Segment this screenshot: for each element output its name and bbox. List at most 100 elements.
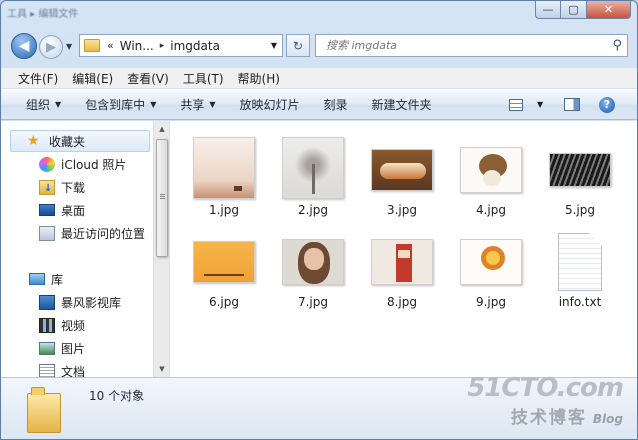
burn-button[interactable]: 刻录 <box>312 90 360 119</box>
sidebar-item-pictures[interactable]: 图片 <box>39 337 85 359</box>
sidebar-item-label: 库 <box>51 272 64 287</box>
file-name: 8.jpg <box>386 295 418 309</box>
file-item[interactable]: 6.jpg <box>184 219 264 309</box>
sidebar-item-desktop[interactable]: 桌面 <box>39 199 85 221</box>
chevron-down-icon: ▼ <box>55 100 62 109</box>
file-name: 4.jpg <box>475 203 507 217</box>
recent-pages-dropdown[interactable]: ▼ <box>66 42 72 51</box>
menu-tools[interactable]: 工具(T) <box>176 70 231 87</box>
sidebar-item-label: 视频 <box>61 318 86 333</box>
image-thumbnail-hedgehog <box>460 147 522 193</box>
sidebar-item-baofeng-library[interactable]: 暴风影视库 <box>39 291 121 313</box>
title-bar[interactable]: 工具 ▸ 编辑文件 — ▢ ✕ <box>1 1 637 25</box>
watermark: 51CTO.com 技术博客 Blog <box>467 373 624 428</box>
search-box[interactable]: ⚲ <box>315 34 628 57</box>
sidebar-scrollbar[interactable]: ▲ ▼ <box>153 121 169 377</box>
sidebar-item-label: 下载 <box>61 180 86 195</box>
change-view-button[interactable]: ▼ <box>509 90 543 119</box>
menu-view[interactable]: 查看(V) <box>120 70 176 87</box>
help-icon: ? <box>599 96 615 113</box>
address-dropdown-icon[interactable]: ▼ <box>271 41 277 50</box>
scrollbar-thumb[interactable] <box>156 139 168 257</box>
picture-icon <box>39 341 55 355</box>
sidebar-item-label: 桌面 <box>61 203 86 218</box>
back-arrow-icon: ◀ <box>18 38 30 54</box>
chevron-down-icon: ▼ <box>209 100 216 109</box>
menu-help[interactable]: 帮助(H) <box>231 70 287 87</box>
window-title: 工具 ▸ 编辑文件 <box>7 9 79 20</box>
image-thumbnail-lion <box>460 239 522 285</box>
sidebar-item-favorites[interactable]: ★ 收藏夹 <box>10 130 150 152</box>
image-thumbnail-portrait <box>282 239 344 285</box>
file-name: 2.jpg <box>297 203 329 217</box>
menu-file[interactable]: 文件(F) <box>1 70 65 87</box>
chevron-down-icon: ▼ <box>150 100 157 109</box>
folder-icon <box>27 387 67 433</box>
chevron-down-icon[interactable]: ▼ <box>537 100 543 109</box>
file-item[interactable]: 9.jpg <box>451 219 531 309</box>
breadcrumb-separator[interactable]: ▸ <box>160 41 165 51</box>
share-button[interactable]: 共享 ▼ <box>168 90 227 119</box>
image-thumbnail-zebras <box>549 153 611 187</box>
file-item[interactable]: info.txt <box>540 219 620 309</box>
file-name: info.txt <box>558 295 602 309</box>
file-item[interactable]: 5.jpg <box>540 127 620 217</box>
sidebar-item-icloud-photos[interactable]: iCloud 照片 <box>39 153 126 175</box>
file-item[interactable]: 8.jpg <box>362 219 442 309</box>
menu-bar: 文件(F) 编辑(E) 查看(V) 工具(T) 帮助(H) <box>1 67 637 88</box>
include-label: 包含到库中 <box>85 98 146 112</box>
sidebar-item-downloads[interactable]: ↓ 下载 <box>39 176 85 198</box>
breadcrumb-chevrons[interactable]: « <box>107 39 114 52</box>
sidebar-item-libraries[interactable]: 库 <box>29 268 63 290</box>
new-folder-button[interactable]: 新建文件夹 <box>360 90 444 119</box>
download-folder-icon: ↓ <box>39 179 55 195</box>
organize-button[interactable]: 组织 ▼ <box>1 90 73 119</box>
share-label: 共享 <box>180 98 205 112</box>
caption-buttons: — ▢ ✕ <box>535 1 631 19</box>
file-item[interactable]: 7.jpg <box>273 219 353 309</box>
scroll-down-icon[interactable]: ▼ <box>154 361 170 377</box>
image-thumbnail-nutcracker <box>371 239 433 285</box>
back-button[interactable]: ◀ <box>11 33 37 59</box>
file-item[interactable]: 4.jpg <box>451 127 531 217</box>
preview-pane-button[interactable] <box>564 90 580 119</box>
breadcrumb-current[interactable]: imgdata <box>170 39 220 53</box>
star-icon: ★ <box>27 132 40 149</box>
help-button[interactable]: ? <box>599 90 615 119</box>
file-name: 6.jpg <box>208 295 240 309</box>
file-list: 1.jpg 2.jpg 3.jpg 4.jpg 5.jpg 6.jpg 7.jp… <box>169 121 637 377</box>
sidebar-item-videos[interactable]: 视频 <box>39 314 85 336</box>
minimize-button[interactable]: — <box>535 1 561 19</box>
text-document-icon <box>558 233 602 291</box>
command-bar: 组织 ▼ 包含到库中 ▼ 共享 ▼ 放映幻灯片 刻录 新建文件夹 ▼ ? <box>1 89 637 120</box>
refresh-icon: ↻ <box>292 38 304 53</box>
close-button[interactable]: ✕ <box>587 1 631 19</box>
image-thumbnail-tree <box>282 137 344 199</box>
search-icon[interactable]: ⚲ <box>612 38 622 53</box>
watermark-site: 51CTO.com <box>467 373 624 403</box>
file-item[interactable]: 2.jpg <box>273 127 353 217</box>
breadcrumb-parent[interactable]: Win... <box>120 39 154 53</box>
preview-pane-icon <box>564 98 580 111</box>
view-icon <box>509 98 523 111</box>
image-thumbnail-desert <box>193 137 255 199</box>
menu-edit[interactable]: 编辑(E) <box>65 70 120 87</box>
file-item[interactable]: 3.jpg <box>362 127 442 217</box>
search-input[interactable] <box>316 35 596 56</box>
refresh-button[interactable]: ↻ <box>286 34 310 57</box>
watermark-sub: 技术博客 <box>510 408 587 428</box>
sidebar-item-recent-places[interactable]: 最近访问的位置 <box>39 222 145 244</box>
sidebar-item-label: 收藏夹 <box>49 134 86 149</box>
film-icon <box>39 317 55 333</box>
file-name: 9.jpg <box>475 295 507 309</box>
maximize-button[interactable]: ▢ <box>561 1 587 19</box>
organize-label: 组织 <box>26 98 51 112</box>
forward-button[interactable]: ▶ <box>39 35 63 59</box>
scroll-up-icon[interactable]: ▲ <box>154 121 170 137</box>
slideshow-button[interactable]: 放映幻灯片 <box>228 90 312 119</box>
file-item[interactable]: 1.jpg <box>184 127 264 217</box>
recent-places-icon <box>39 225 55 241</box>
include-in-library-button[interactable]: 包含到库中 ▼ <box>73 90 168 119</box>
media-library-icon <box>39 294 55 310</box>
address-bar[interactable]: « Win... ▸ imgdata ▼ <box>79 34 283 57</box>
